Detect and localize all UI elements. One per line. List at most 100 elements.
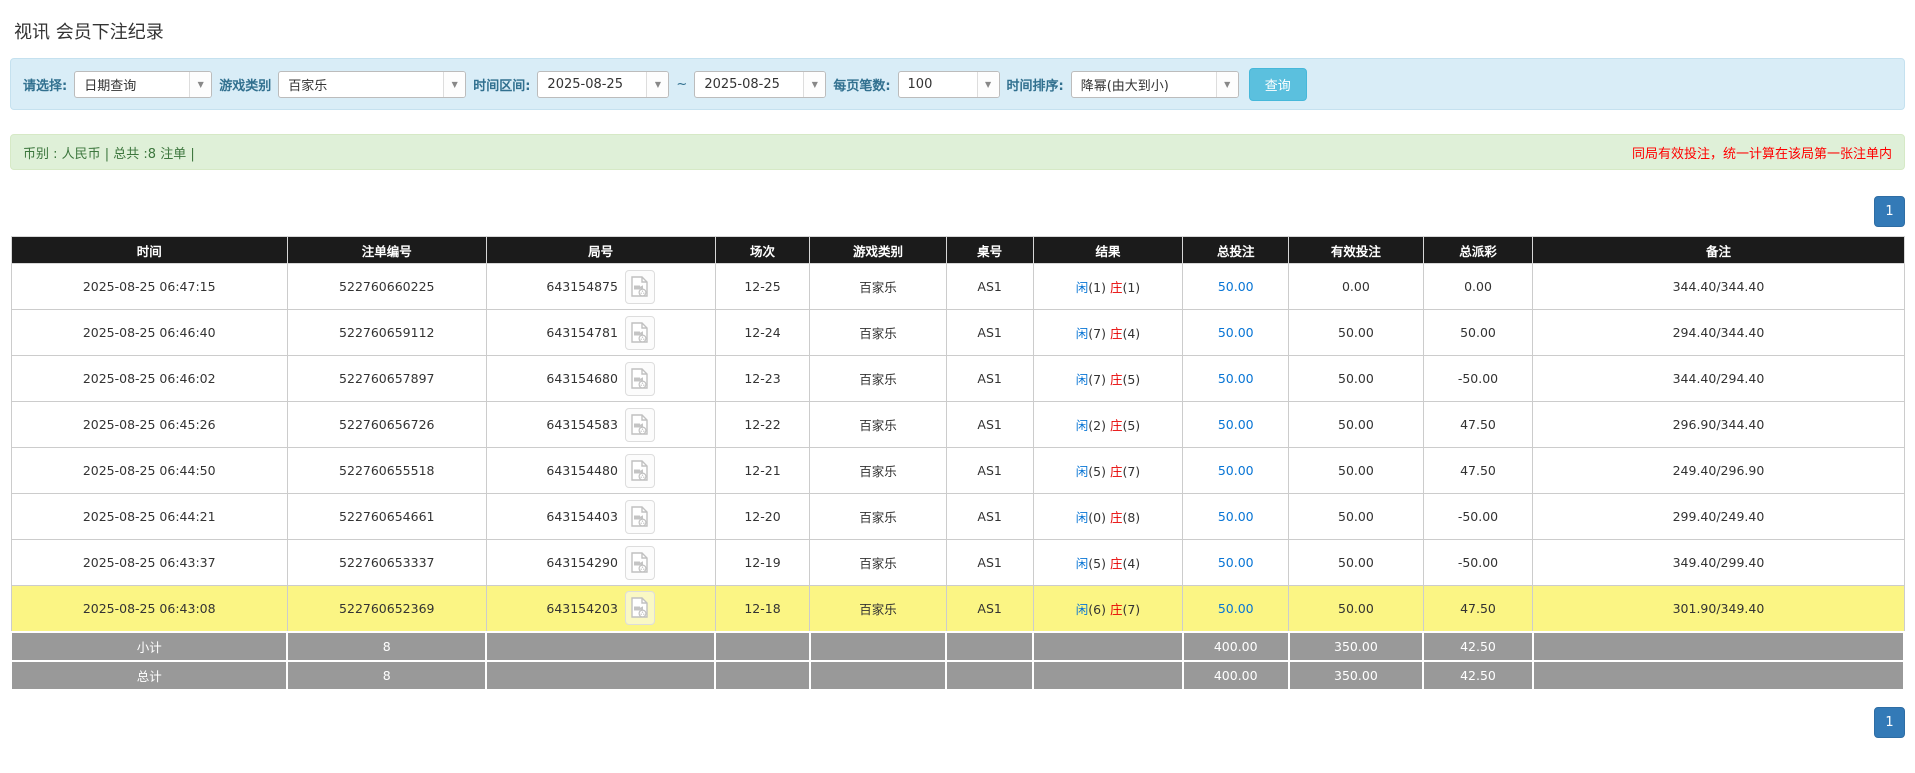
session: 12-23: [715, 356, 810, 402]
total-bet-cell: 50.00: [1183, 540, 1289, 586]
total-label: 总计: [11, 661, 287, 690]
valid-bet: 0.00: [1289, 264, 1423, 310]
total-bet-link[interactable]: 50.00: [1218, 325, 1254, 340]
page-1-button[interactable]: 1: [1874, 196, 1905, 227]
total-bet-link[interactable]: 50.00: [1218, 279, 1254, 294]
query-type-select[interactable]: 日期查询 ▼: [74, 71, 212, 98]
table-row: 2025-08-25 06:45:26 522760656726 6431545…: [11, 402, 1904, 448]
remark: 249.40/296.90: [1533, 448, 1904, 494]
session: 12-21: [715, 448, 810, 494]
game-type-select[interactable]: 百家乐 ▼: [278, 71, 466, 98]
result-cell: 闲(7) 庄(5): [1033, 356, 1183, 402]
chevron-down-icon[interactable]: ▼: [189, 72, 211, 97]
bet-time: 2025-08-25 06:43:37: [11, 540, 287, 586]
sort-order-label: 时间排序:: [1007, 75, 1064, 94]
banker-result: 庄(5): [1110, 418, 1140, 433]
payout: 47.50: [1423, 448, 1533, 494]
player-result: 闲(5): [1076, 464, 1106, 479]
total-bet-cell: 50.00: [1183, 356, 1289, 402]
per-page-select[interactable]: 100 ▼: [898, 71, 1000, 98]
date-from-select[interactable]: 2025-08-25 ▼: [537, 71, 669, 98]
chevron-down-icon[interactable]: ▼: [803, 72, 825, 97]
video-record-icon[interactable]: [625, 454, 655, 488]
video-record-icon[interactable]: [625, 270, 655, 304]
total-payout: 42.50: [1423, 661, 1533, 690]
sort-order-select[interactable]: 降幂(由大到小) ▼: [1071, 71, 1239, 98]
session: 12-25: [715, 264, 810, 310]
col-header-valid-bet: 有效投注: [1289, 237, 1423, 264]
total-count: 8: [287, 661, 486, 690]
valid-bet: 50.00: [1289, 310, 1423, 356]
remark: 301.90/349.40: [1533, 586, 1904, 632]
table-row: 2025-08-25 06:43:08 522760652369 6431542…: [11, 586, 1904, 632]
video-record-icon[interactable]: [625, 546, 655, 580]
summary-bar: 币别 : 人民币 | 总共 :8 注单 | 同局有效投注，统一计算在该局第一张注…: [10, 134, 1905, 170]
total-bet-link[interactable]: 50.00: [1218, 463, 1254, 478]
select-type-label: 请选择:: [23, 75, 67, 94]
game-type: 百家乐: [810, 264, 946, 310]
col-header-total-bet: 总投注: [1183, 237, 1289, 264]
date-to-select[interactable]: 2025-08-25 ▼: [694, 71, 826, 98]
game-type: 百家乐: [810, 448, 946, 494]
total-row: 总计 8 400.00 350.00 42.50: [11, 661, 1904, 690]
total-valid-bet: 350.00: [1289, 661, 1423, 690]
subtotal-payout: 42.50: [1423, 632, 1533, 661]
total-bet-link[interactable]: 50.00: [1218, 509, 1254, 524]
payout: -50.00: [1423, 356, 1533, 402]
chevron-down-icon[interactable]: ▼: [977, 72, 999, 97]
total-bet-cell: 50.00: [1183, 586, 1289, 632]
video-record-icon[interactable]: [625, 316, 655, 350]
pagination-top: 1: [10, 196, 1905, 227]
remark: 349.40/299.40: [1533, 540, 1904, 586]
table-header-row: 时间 注单编号 局号 场次 游戏类别 桌号 结果 总投注 有效投注 总派彩 备注: [11, 237, 1904, 264]
round-id: 643154583: [546, 417, 618, 432]
result-cell: 闲(7) 庄(4): [1033, 310, 1183, 356]
bet-id: 522760656726: [287, 402, 486, 448]
total-bet-link[interactable]: 50.00: [1218, 555, 1254, 570]
table-no: AS1: [946, 448, 1033, 494]
video-record-icon[interactable]: [625, 591, 655, 625]
total-bet-link[interactable]: 50.00: [1218, 417, 1254, 432]
subtotal-total-bet: 400.00: [1183, 632, 1289, 661]
table-no: AS1: [946, 310, 1033, 356]
remark: 294.40/344.40: [1533, 310, 1904, 356]
video-record-icon[interactable]: [625, 362, 655, 396]
player-result: 闲(2): [1076, 418, 1106, 433]
total-bet-link[interactable]: 50.00: [1218, 601, 1254, 616]
banker-result: 庄(8): [1110, 510, 1140, 525]
player-result: 闲(6): [1076, 602, 1106, 617]
total-bet-link[interactable]: 50.00: [1218, 371, 1254, 386]
bet-id: 522760654661: [287, 494, 486, 540]
result-cell: 闲(0) 庄(8): [1033, 494, 1183, 540]
player-result: 闲(5): [1076, 556, 1106, 571]
game-type-label: 游戏类别: [219, 75, 271, 94]
query-button[interactable]: 查询: [1249, 68, 1307, 101]
payout: 47.50: [1423, 402, 1533, 448]
payout: 47.50: [1423, 586, 1533, 632]
page-title: 视讯 会员下注纪录: [14, 18, 1905, 44]
video-record-icon[interactable]: [625, 408, 655, 442]
valid-bet: 50.00: [1289, 448, 1423, 494]
valid-bet: 50.00: [1289, 494, 1423, 540]
table-row: 2025-08-25 06:46:02 522760657897 6431546…: [11, 356, 1904, 402]
range-separator: ~: [676, 77, 687, 92]
remark: 344.40/294.40: [1533, 356, 1904, 402]
valid-bet: 50.00: [1289, 586, 1423, 632]
round-id: 643154480: [546, 463, 618, 478]
chevron-down-icon[interactable]: ▼: [443, 72, 465, 97]
banker-result: 庄(5): [1110, 372, 1140, 387]
bet-id: 522760657897: [287, 356, 486, 402]
per-page-label: 每页笔数:: [833, 75, 890, 94]
page-root: 视讯 会员下注纪录 请选择: 日期查询 ▼ 游戏类别 百家乐 ▼ 时间区间: 2…: [0, 0, 1915, 738]
chevron-down-icon[interactable]: ▼: [1216, 72, 1238, 97]
round-id: 643154781: [546, 325, 618, 340]
video-record-icon[interactable]: [625, 500, 655, 534]
banker-result: 庄(4): [1110, 326, 1140, 341]
total-bet-cell: 50.00: [1183, 402, 1289, 448]
valid-bet: 50.00: [1289, 540, 1423, 586]
banker-result: 庄(7): [1110, 602, 1140, 617]
col-header-table-no: 桌号: [946, 237, 1033, 264]
chevron-down-icon[interactable]: ▼: [646, 72, 668, 97]
result-cell: 闲(6) 庄(7): [1033, 586, 1183, 632]
page-1-button[interactable]: 1: [1874, 707, 1905, 738]
